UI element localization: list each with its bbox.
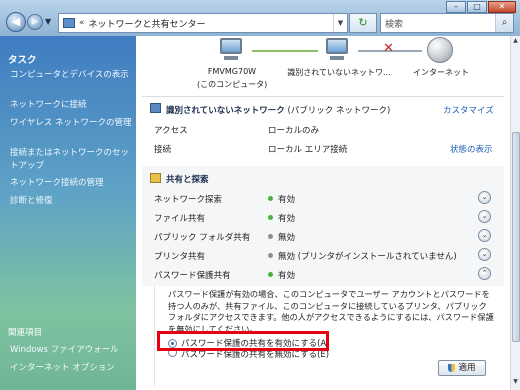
radio-password-off[interactable] (168, 351, 177, 357)
collapse-password-button[interactable]: ⌃ (478, 267, 491, 280)
minimize-button[interactable]: – (446, 1, 466, 13)
network-icon[interactable] (326, 38, 348, 54)
related-heading: 関連項目 (8, 328, 43, 338)
computer-sublabel: (このコンピュータ) (197, 80, 268, 89)
connection-label: 接続 (154, 145, 172, 155)
network-center-icon (63, 18, 75, 28)
sidebar-item-view-computers[interactable]: コンピュータとデバイスの表示 (10, 69, 132, 82)
status-off-icon (268, 253, 273, 258)
access-value: ローカルのみ (268, 126, 320, 136)
scrollbar-thumb[interactable] (512, 132, 520, 342)
status-on-icon (268, 272, 273, 277)
back-button[interactable]: ◀ (6, 12, 26, 32)
sharing-value-printer: 無効 (プリンタがインストールされていません) (268, 250, 457, 262)
connection-value: ローカル エリア接続 (268, 145, 348, 155)
network-title: 識別されていないネットワーク (166, 106, 285, 116)
status-off-icon (268, 234, 273, 239)
computer-icon[interactable] (220, 38, 242, 54)
maximize-button[interactable]: □ (467, 1, 487, 13)
access-label: アクセス (154, 126, 188, 136)
breadcrumb-current[interactable]: ネットワークと共有センター (89, 17, 206, 30)
expand-file-sharing-button[interactable]: ⌄ (478, 210, 491, 223)
radio-password-off-row[interactable]: パスワード保護の共有を無効にする(E) (168, 351, 329, 359)
computer-stand (224, 56, 238, 60)
network-bench-icon (150, 103, 161, 113)
expand-public-folder-button[interactable]: ⌄ (478, 229, 491, 242)
sharing-label-public: パブリック フォルダ共有 (154, 233, 251, 243)
sidebar-item-firewall[interactable]: Windows ファイアウォール (10, 344, 132, 357)
tasks-heading: タスク (8, 55, 37, 66)
sharing-value-file: 有効 (268, 212, 295, 224)
address-bar[interactable]: « ネットワークと共有センター ▼ (58, 13, 348, 33)
sidebar-item-wireless[interactable]: ワイヤレス ネットワークの管理 (10, 117, 132, 130)
search-input[interactable]: 検索 ⌕ (380, 13, 514, 33)
password-description: パスワード保護が有効の場合、このコンピュータでユーザー アカウントとパスワードを… (168, 289, 494, 334)
status-on-icon (268, 215, 273, 220)
task-pane: タスク コンピュータとデバイスの表示 ネットワークに接続 ワイヤレス ネットワー… (0, 36, 136, 390)
close-button[interactable]: ✕ (488, 1, 516, 13)
status-on-icon (268, 196, 273, 201)
sharing-title: 共有と探索 (166, 175, 209, 185)
sidebar-item-diagnose[interactable]: 診断と修復 (10, 195, 132, 208)
divider (142, 96, 504, 97)
internet-globe-icon[interactable] (427, 37, 453, 63)
scroll-up-arrow[interactable]: ▲ (511, 37, 520, 47)
address-dropdown-button[interactable]: ▼ (333, 14, 347, 32)
highlight-box (157, 331, 329, 351)
computer-name: FMVMG70W (207, 67, 257, 76)
view-status-link[interactable]: 状態の表示 (450, 143, 493, 155)
sharing-label-printer: プリンタ共有 (154, 252, 206, 262)
network-title-row: 識別されていないネットワーク (パブリック ネットワーク) (166, 104, 390, 116)
network-type: (パブリック ネットワーク) (287, 106, 391, 116)
connection-line-local (252, 50, 318, 52)
sharing-label-discovery: ネットワーク探索 (154, 195, 223, 205)
sharing-value-public: 無効 (268, 231, 295, 243)
apply-label: 適用 (458, 363, 476, 373)
search-icon[interactable]: ⌕ (495, 14, 513, 32)
apply-button[interactable]: 適用 (438, 360, 486, 376)
sharing-icon (150, 173, 161, 183)
network-map-label: 識別されていないネットワ... (287, 68, 391, 77)
scroll-down-arrow[interactable]: ▼ (511, 378, 520, 388)
shield-icon (448, 363, 456, 372)
forward-button[interactable]: ▶ (27, 14, 43, 30)
refresh-button[interactable]: ↻ (349, 13, 377, 33)
expand-printer-button[interactable]: ⌄ (478, 248, 491, 261)
sharing-value-discovery: 有効 (268, 193, 295, 205)
sidebar-item-setup-connection[interactable]: 接続またはネットワークのセットアップ (10, 147, 132, 173)
vertical-scrollbar[interactable]: ▲ ▼ (510, 36, 520, 390)
sharing-label-file: ファイル共有 (154, 214, 206, 224)
sidebar-item-connect[interactable]: ネットワークに接続 (10, 99, 132, 112)
sidebar-item-internet-options[interactable]: インターネット オプション (10, 362, 132, 375)
recent-pages-dropdown[interactable]: ▼ (45, 17, 51, 26)
breadcrumb-overflow[interactable]: « (79, 18, 85, 28)
sidebar-item-manage-connections[interactable]: ネットワーク接続の管理 (10, 177, 132, 190)
expand-discovery-button[interactable]: ⌄ (478, 191, 491, 204)
radio-password-off-label[interactable]: パスワード保護の共有を無効にする(E) (181, 351, 329, 359)
sharing-value-password: 有効 (268, 269, 295, 281)
search-placeholder: 検索 (385, 19, 404, 30)
disconnected-x-icon: ✕ (383, 41, 394, 56)
customize-link[interactable]: カスタマイズ (443, 104, 494, 116)
sharing-label-password: パスワード保護共有 (154, 271, 231, 281)
network-stand (330, 56, 344, 60)
internet-label: インターネット (413, 68, 469, 77)
